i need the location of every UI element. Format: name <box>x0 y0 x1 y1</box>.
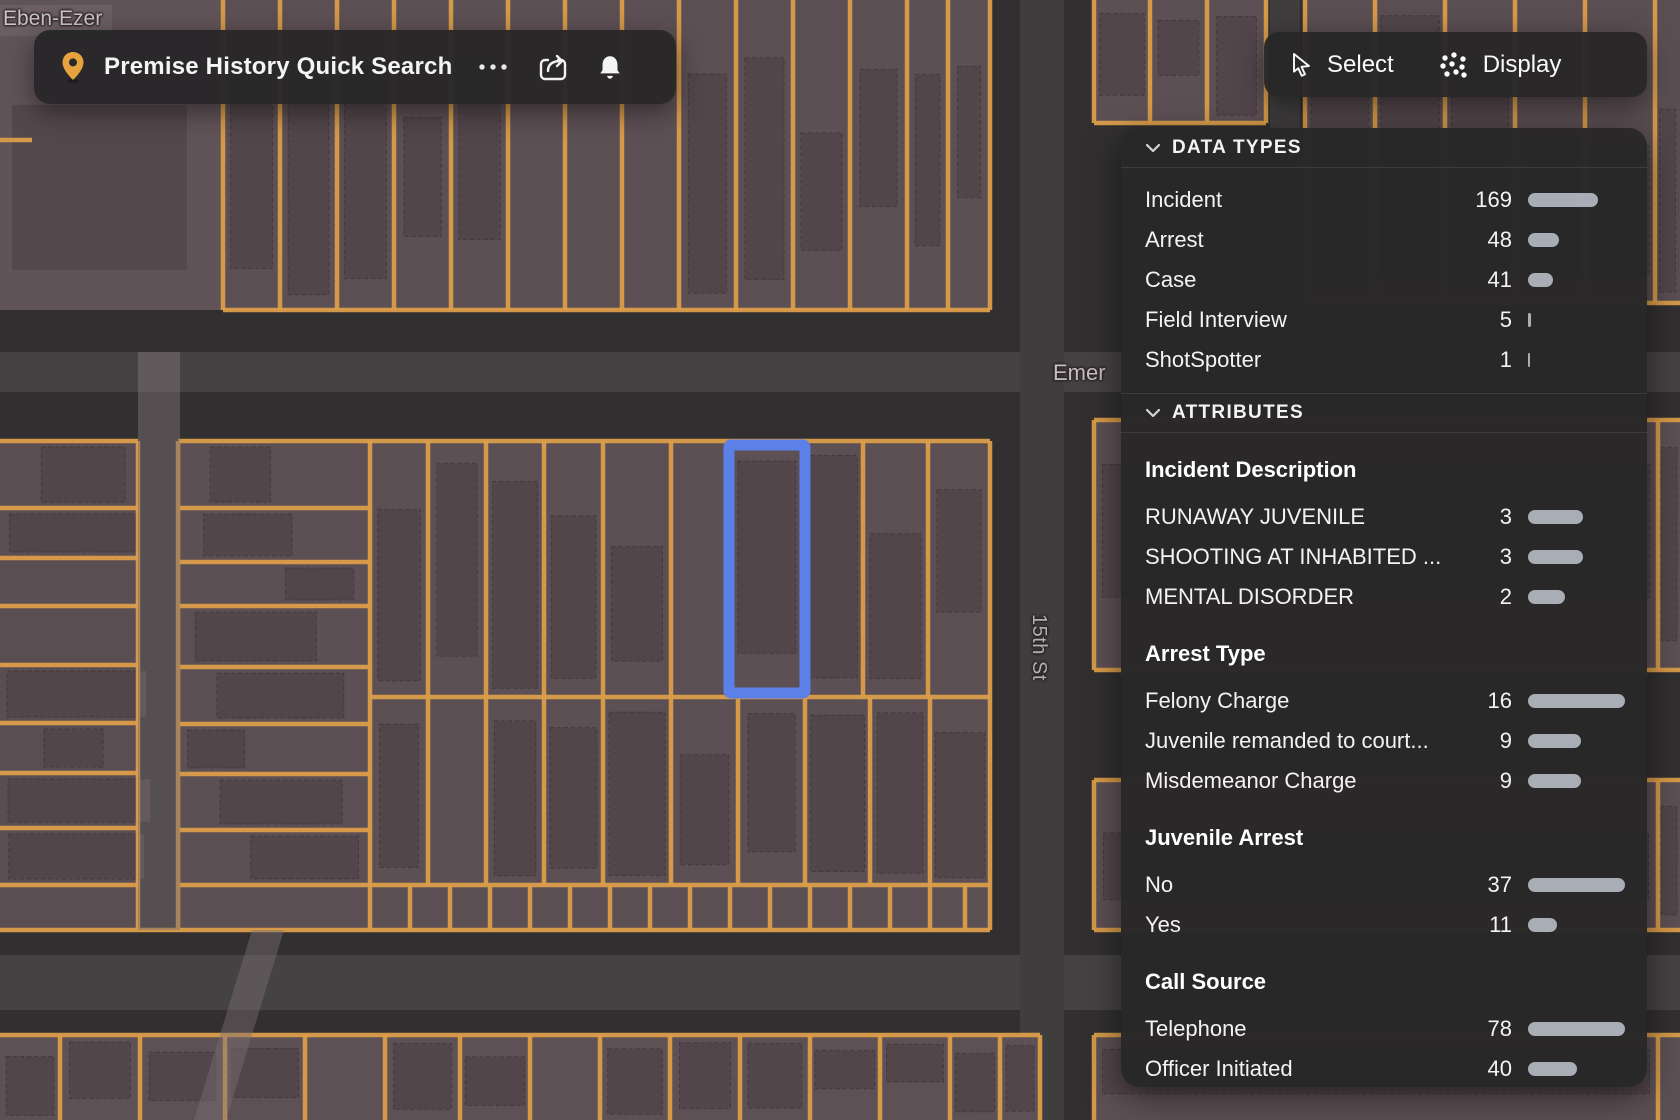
row-label: Case <box>1145 267 1456 293</box>
app-window: Eben-Ezer Emer 15th St Premise History Q… <box>0 0 1680 1120</box>
row-label: Juvenile remanded to court... <box>1145 728 1456 754</box>
row-count: 5 <box>1456 307 1512 333</box>
data-types-title: DATA TYPES <box>1172 137 1302 159</box>
row-bar <box>1528 1062 1625 1076</box>
row-label: Field Interview <box>1145 307 1456 333</box>
attribute-section-title: Incident Description <box>1145 451 1625 489</box>
row-bar <box>1528 878 1625 892</box>
attributes-title: ATTRIBUTES <box>1172 402 1304 424</box>
data-panel: DATA TYPES Incident169Arrest48Case41Fiel… <box>1121 128 1647 1087</box>
more-options-button[interactable] <box>476 61 510 73</box>
row-bar <box>1528 734 1625 748</box>
row-count: 78 <box>1456 1016 1512 1042</box>
row-bar <box>1528 550 1625 564</box>
attribute-row[interactable]: Felony Charge16 <box>1145 681 1625 721</box>
row-count: 3 <box>1456 544 1512 570</box>
row-label: Felony Charge <box>1145 688 1456 714</box>
attribute-section: Juvenile ArrestNo37Yes11 <box>1145 819 1625 945</box>
attributes-header[interactable]: ATTRIBUTES <box>1121 393 1647 433</box>
notifications-button[interactable] <box>596 52 624 83</box>
row-count: 1 <box>1456 347 1512 373</box>
row-bar <box>1528 1022 1625 1036</box>
row-bar <box>1528 590 1625 604</box>
row-count: 40 <box>1456 1056 1512 1082</box>
data-type-row[interactable]: Field Interview5 <box>1145 300 1625 340</box>
row-label: RUNAWAY JUVENILE <box>1145 504 1456 530</box>
attribute-section-title: Juvenile Arrest <box>1145 819 1625 857</box>
row-bar <box>1528 233 1625 247</box>
row-label: Misdemeanor Charge <box>1145 768 1456 794</box>
row-bar <box>1528 193 1625 207</box>
row-count: 41 <box>1456 267 1512 293</box>
row-label: No <box>1145 872 1456 898</box>
attribute-row[interactable]: MENTAL DISORDER2 <box>1145 577 1625 617</box>
row-count: 48 <box>1456 227 1512 253</box>
chevron-down-icon <box>1145 140 1161 156</box>
dot-cluster-icon <box>1438 50 1470 80</box>
share-button[interactable] <box>536 51 570 83</box>
row-label: Yes <box>1145 912 1456 938</box>
select-button[interactable]: Select <box>1290 51 1394 79</box>
attribute-row[interactable]: Telephone78 <box>1145 1009 1625 1049</box>
cursor-icon <box>1290 52 1314 78</box>
attribute-row[interactable]: SHOOTING AT INHABITED ...3 <box>1145 537 1625 577</box>
row-label: ShotSpotter <box>1145 347 1456 373</box>
data-type-row[interactable]: Case41 <box>1145 260 1625 300</box>
row-label: Telephone <box>1145 1016 1456 1042</box>
display-button[interactable]: Display <box>1438 50 1562 80</box>
row-bar <box>1528 774 1625 788</box>
bell-icon <box>596 52 624 83</box>
quick-search-toolbar: Premise History Quick Search <box>34 30 676 104</box>
row-bar <box>1528 694 1625 708</box>
row-label: Arrest <box>1145 227 1456 253</box>
row-label: MENTAL DISORDER <box>1145 584 1456 610</box>
row-count: 2 <box>1456 584 1512 610</box>
attribute-section-title: Arrest Type <box>1145 635 1625 673</box>
row-count: 9 <box>1456 728 1512 754</box>
row-count: 16 <box>1456 688 1512 714</box>
attribute-row[interactable]: No37 <box>1145 865 1625 905</box>
row-bar <box>1528 510 1625 524</box>
map-mode-toolbar: Select Display <box>1264 32 1647 97</box>
row-bar <box>1528 273 1625 287</box>
row-label: Officer Initiated <box>1145 1056 1456 1082</box>
attribute-row[interactable]: RUNAWAY JUVENILE3 <box>1145 497 1625 537</box>
attribute-section: Incident DescriptionRUNAWAY JUVENILE3SHO… <box>1145 451 1625 617</box>
row-label: Incident <box>1145 187 1456 213</box>
attribute-section-title: Call Source <box>1145 963 1625 1001</box>
row-count: 11 <box>1456 912 1512 938</box>
data-type-rows: Incident169Arrest48Case41Field Interview… <box>1121 168 1647 380</box>
row-count: 9 <box>1456 768 1512 794</box>
map-pin-icon <box>58 50 88 84</box>
row-count: 3 <box>1456 504 1512 530</box>
more-ellipsis-icon <box>476 61 510 73</box>
attribute-row[interactable]: Officer Initiated40 <box>1145 1049 1625 1087</box>
row-label: SHOOTING AT INHABITED ... <box>1145 544 1456 570</box>
attribute-row[interactable]: Juvenile remanded to court...9 <box>1145 721 1625 761</box>
map-label-street-horizontal: Emer <box>1053 360 1106 386</box>
attribute-section: Call SourceTelephone78Officer Initiated4… <box>1145 963 1625 1087</box>
row-bar <box>1528 313 1625 327</box>
row-count: 37 <box>1456 872 1512 898</box>
data-type-row[interactable]: ShotSpotter1 <box>1145 340 1625 380</box>
attribute-row[interactable]: Yes11 <box>1145 905 1625 945</box>
map-label-place: Eben-Ezer <box>3 7 102 31</box>
chevron-down-icon <box>1145 405 1161 421</box>
data-types-header[interactable]: DATA TYPES <box>1121 128 1647 168</box>
data-type-row[interactable]: Incident169 <box>1145 180 1625 220</box>
map-label-street-vertical: 15th St <box>1027 614 1050 681</box>
display-label: Display <box>1483 51 1562 79</box>
row-bar <box>1528 353 1625 367</box>
attribute-section: Arrest TypeFelony Charge16Juvenile reman… <box>1145 635 1625 801</box>
attribute-row[interactable]: Misdemeanor Charge9 <box>1145 761 1625 801</box>
attribute-sections: Incident DescriptionRUNAWAY JUVENILE3SHO… <box>1121 451 1647 1087</box>
quick-search-title: Premise History Quick Search <box>104 53 452 81</box>
select-label: Select <box>1327 51 1394 79</box>
share-icon <box>536 51 570 83</box>
row-count: 169 <box>1456 187 1512 213</box>
data-type-row[interactable]: Arrest48 <box>1145 220 1625 260</box>
row-bar <box>1528 918 1625 932</box>
